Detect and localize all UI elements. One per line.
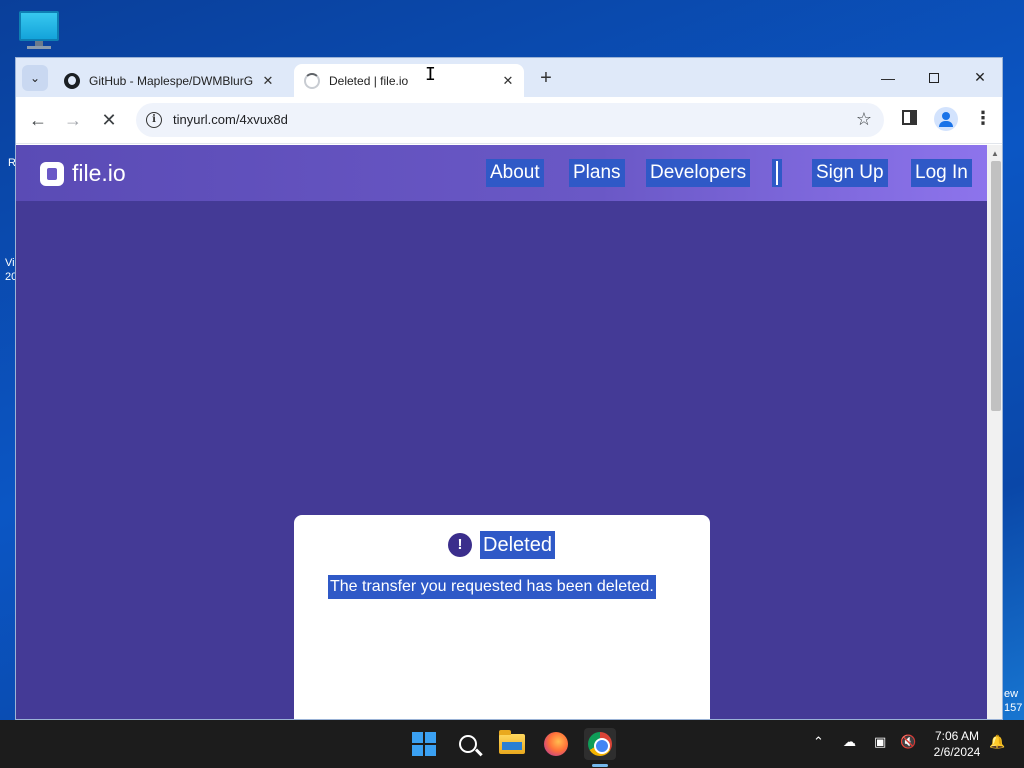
network-icon[interactable]: ▣ bbox=[874, 734, 886, 750]
browser-toolbar: ← → ✕ i tinyurl.com/4xvux8d ☆ ⋮ bbox=[16, 97, 1002, 144]
status-card: ! Deleted The transfer you requested has… bbox=[294, 515, 710, 719]
page-viewport: file.io About Plans Developers Sign Up L… bbox=[16, 145, 987, 719]
text-cursor-icon: I bbox=[425, 64, 436, 85]
github-icon bbox=[64, 72, 80, 89]
nav-about[interactable]: About bbox=[486, 159, 544, 187]
minimize-button[interactable]: — bbox=[865, 58, 911, 97]
nav-developers[interactable]: Developers bbox=[646, 159, 751, 187]
close-icon: ✕ bbox=[974, 69, 986, 85]
clock-time: 7:06 AM bbox=[934, 729, 980, 743]
desktop-text-fragment: 157 bbox=[1004, 702, 1023, 714]
site-header: file.io About Plans Developers Sign Up L… bbox=[16, 145, 987, 201]
arrow-right-icon: → bbox=[64, 109, 82, 130]
close-window-button[interactable]: ✕ bbox=[957, 58, 1002, 97]
profile-avatar-icon[interactable] bbox=[934, 107, 958, 131]
page-scrollbar[interactable]: ▲ bbox=[987, 145, 1002, 719]
firefox-icon[interactable] bbox=[540, 728, 572, 760]
fileio-logo[interactable]: file.io bbox=[40, 160, 126, 187]
nav-divider bbox=[772, 159, 782, 187]
file-explorer-icon[interactable] bbox=[496, 728, 528, 760]
status-heading: Deleted bbox=[480, 531, 555, 559]
chevron-up-icon[interactable]: ⌃ bbox=[813, 734, 824, 750]
close-icon: ✕ bbox=[101, 109, 117, 130]
maximize-icon bbox=[929, 72, 939, 83]
desktop-text-fragment: ew bbox=[1004, 688, 1019, 700]
chevron-down-icon: ⌄ bbox=[29, 71, 41, 85]
tab-github[interactable]: GitHub - Maplespe/DWMBlurG ✕ bbox=[56, 64, 284, 97]
new-tab-button[interactable]: + bbox=[534, 67, 558, 91]
kebab-menu-icon[interactable]: ⋮ bbox=[974, 108, 992, 130]
chrome-icon[interactable] bbox=[584, 728, 616, 760]
logo-text: file.io bbox=[72, 160, 126, 186]
tab-title: Deleted | file.io bbox=[329, 73, 409, 88]
maximize-button[interactable] bbox=[911, 58, 957, 97]
stop-loading-button[interactable]: ✕ bbox=[96, 107, 122, 133]
nav-plans[interactable]: Plans bbox=[569, 159, 625, 187]
tab-search-button[interactable]: ⌄ bbox=[22, 65, 48, 91]
minimize-icon: — bbox=[881, 69, 895, 86]
scrollbar-thumb[interactable] bbox=[991, 161, 1001, 411]
fileio-logo-icon bbox=[40, 161, 64, 186]
volume-muted-icon[interactable]: 🔇 bbox=[900, 734, 916, 750]
search-icon[interactable] bbox=[452, 728, 484, 760]
bookmark-star-icon[interactable]: ☆ bbox=[856, 109, 872, 130]
running-indicator bbox=[592, 764, 608, 767]
loading-spinner-icon bbox=[304, 72, 320, 89]
url-text[interactable]: tinyurl.com/4xvux8d bbox=[173, 112, 288, 127]
forward-button[interactable]: → bbox=[60, 107, 86, 133]
site-info-icon[interactable]: i bbox=[146, 112, 162, 128]
arrow-left-icon: ← bbox=[29, 109, 47, 130]
clock-date: 2/6/2024 bbox=[933, 745, 981, 759]
close-tab-icon[interactable]: ✕ bbox=[258, 73, 278, 89]
desktop-text-fragment: Vi bbox=[5, 257, 15, 269]
back-button[interactable]: ← bbox=[25, 107, 51, 133]
nav-sign-up[interactable]: Sign Up bbox=[812, 159, 888, 187]
close-tab-icon[interactable]: ✕ bbox=[498, 73, 518, 89]
taskbar: ⌃ ☁ ▣ 🔇 7:06 AM 2/6/2024 🔔 bbox=[0, 720, 1024, 768]
side-panel-icon[interactable] bbox=[902, 110, 917, 125]
tab-title: GitHub - Maplespe/DWMBlurG bbox=[89, 73, 254, 88]
tab-strip: ⌄ GitHub - Maplespe/DWMBlurG ✕ Deleted |… bbox=[16, 58, 1002, 97]
onedrive-icon[interactable]: ☁ bbox=[843, 734, 856, 750]
system-clock[interactable]: 7:06 AM 2/6/2024 bbox=[926, 728, 988, 760]
this-pc-desktop-icon[interactable] bbox=[17, 11, 61, 51]
exclamation-icon: ! bbox=[448, 533, 472, 557]
scroll-up-icon[interactable]: ▲ bbox=[991, 149, 999, 158]
notification-bell-icon[interactable]: 🔔 bbox=[989, 734, 1005, 750]
tab-fileio[interactable]: Deleted | file.io ✕ bbox=[294, 64, 524, 97]
browser-window: ⌄ GitHub - Maplespe/DWMBlurG ✕ Deleted |… bbox=[15, 57, 1003, 720]
windows-start-icon[interactable] bbox=[408, 728, 440, 760]
status-message: The transfer you requested has been dele… bbox=[328, 575, 656, 599]
nav-log-in[interactable]: Log In bbox=[911, 159, 972, 187]
address-bar[interactable]: i tinyurl.com/4xvux8d ☆ bbox=[136, 103, 884, 137]
